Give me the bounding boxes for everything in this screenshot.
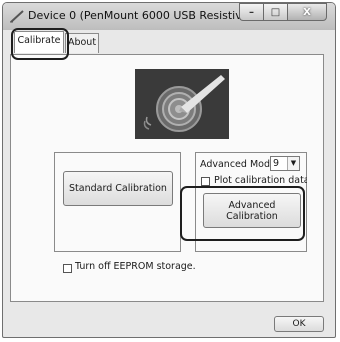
chevron-down-icon[interactable]: ▼ <box>287 157 299 170</box>
advanced-mode-label: Advanced Mode <box>200 159 276 170</box>
minimize-button[interactable]: – <box>239 3 263 21</box>
penmount-logo <box>135 69 229 139</box>
tab-about-label: About <box>67 37 97 48</box>
caption-buttons: – □ X <box>239 3 327 22</box>
tab-about[interactable]: About <box>65 33 99 53</box>
eeprom-checkbox[interactable] <box>63 264 72 273</box>
ok-button[interactable]: OK <box>274 316 324 332</box>
highlight-advanced-button <box>180 186 305 241</box>
maximize-icon: □ <box>270 6 281 18</box>
calibrate-panel: Standard Calibration Advanced Mode 9 ▼ P… <box>10 54 324 302</box>
close-icon: X <box>303 6 311 18</box>
minimize-icon: – <box>249 6 254 18</box>
standard-calibration-button[interactable]: Standard Calibration <box>63 171 173 206</box>
title-bar[interactable]: Device 0 (PenMount 6000 USB Resistive Di… <box>3 3 335 30</box>
maximize-button[interactable]: □ <box>263 3 287 21</box>
tab-calibrate[interactable]: Calibrate <box>14 31 64 53</box>
ok-label: OK <box>292 319 306 329</box>
plot-calibration-checkbox[interactable] <box>201 177 210 186</box>
touch-target-icon <box>135 69 229 139</box>
advanced-mode-select[interactable]: 9 ▼ <box>270 156 300 171</box>
eeprom-label[interactable]: Turn off EEPROM storage. <box>75 261 196 272</box>
close-button[interactable]: X <box>287 3 327 21</box>
advanced-mode-value: 9 <box>273 158 280 169</box>
standard-calibration-label: Standard Calibration <box>69 183 167 194</box>
tab-calibrate-label: Calibrate <box>17 35 61 46</box>
plot-calibration-label[interactable]: Plot calibration data <box>214 175 307 186</box>
pen-icon <box>10 10 24 23</box>
